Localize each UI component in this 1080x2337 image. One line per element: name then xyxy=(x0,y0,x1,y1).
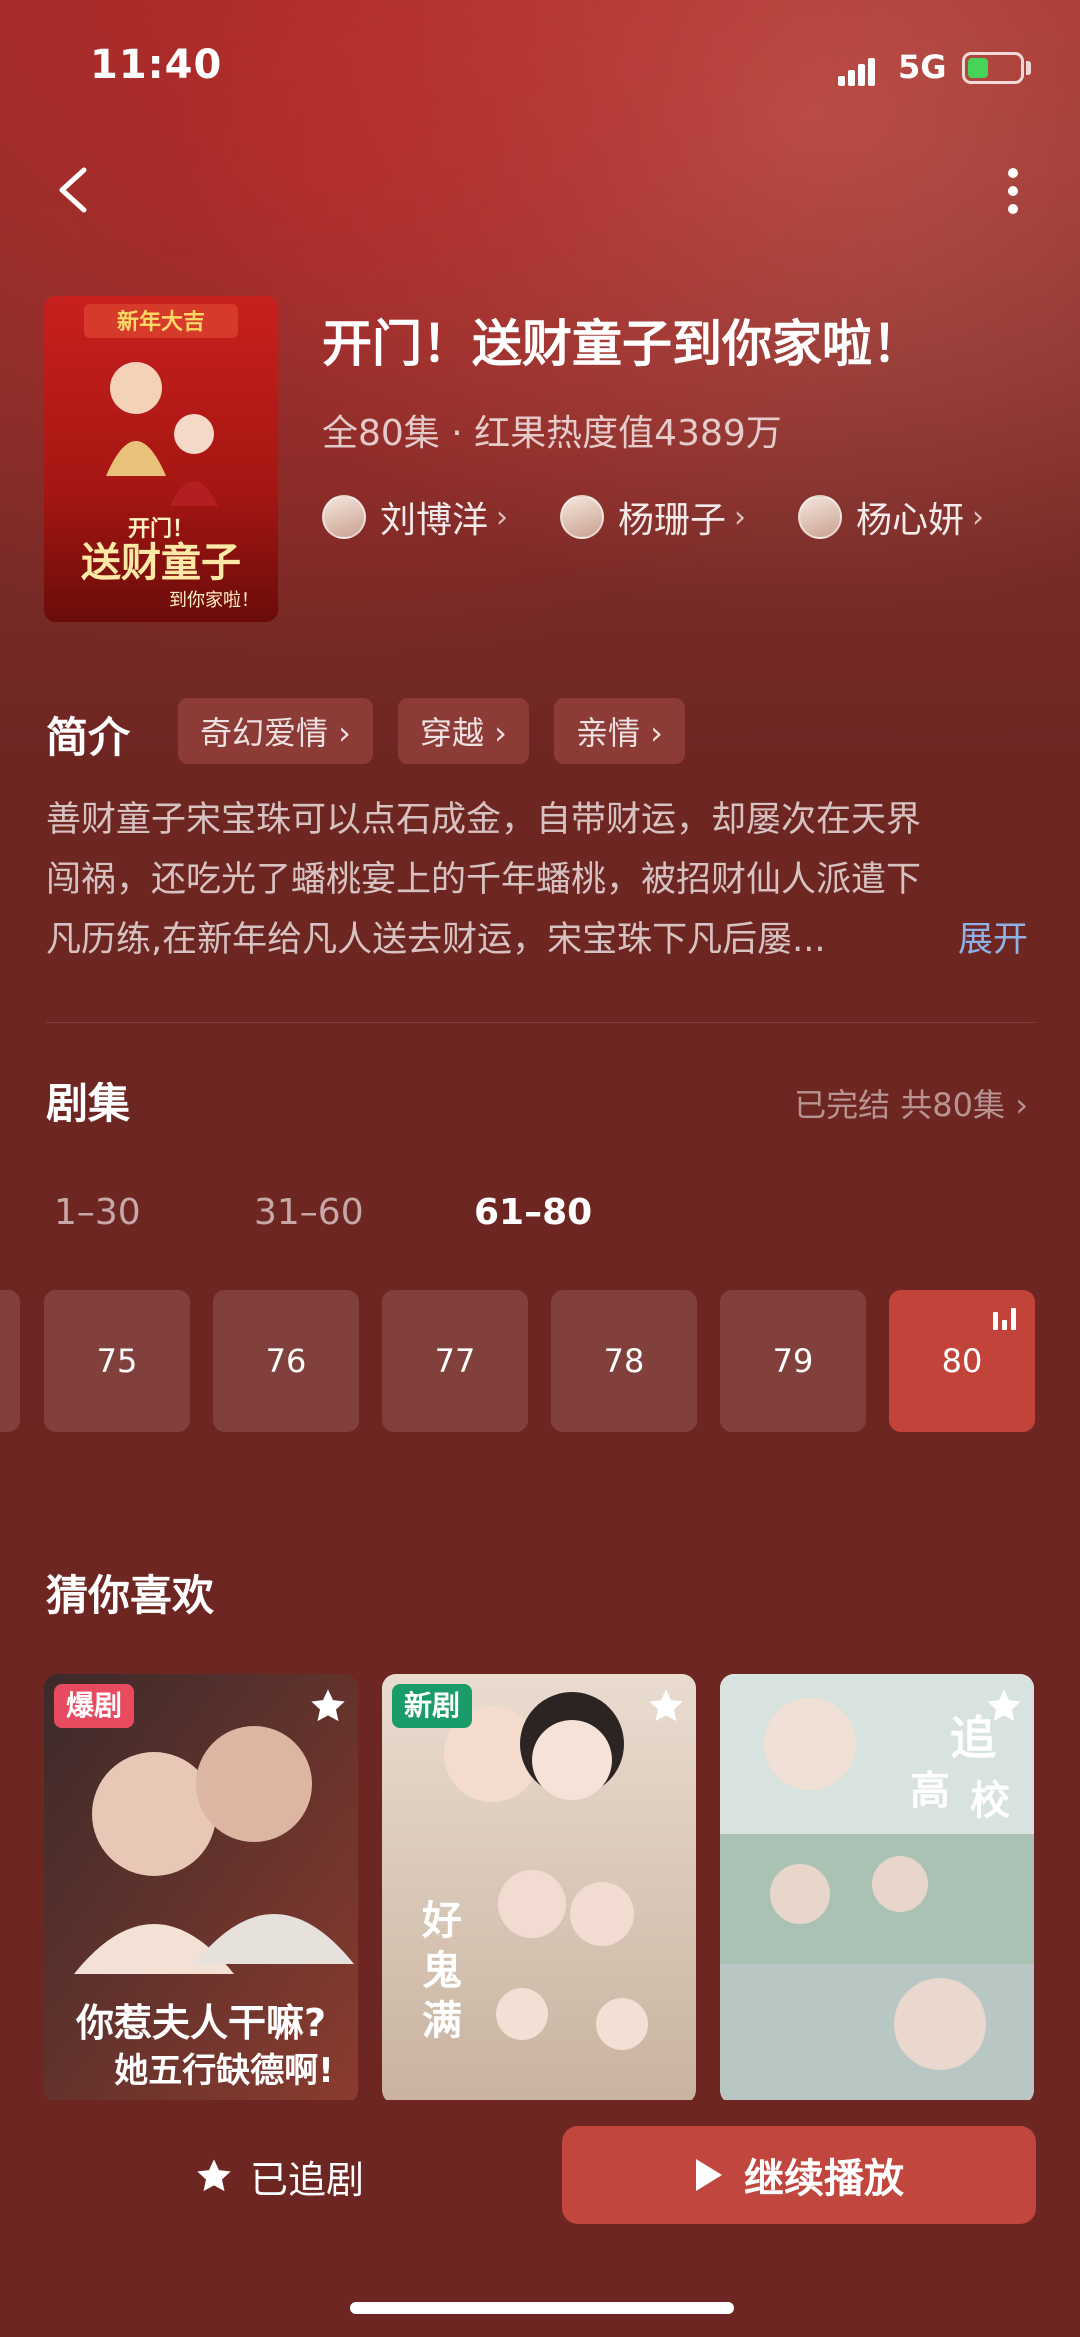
chevron-right-icon: › xyxy=(972,499,985,535)
status-time: 11:40 xyxy=(90,42,223,88)
play-icon xyxy=(696,2159,722,2191)
svg-text:送财童子: 送财童子 xyxy=(81,540,241,586)
hot-badge: 爆剧 xyxy=(54,1684,135,1728)
synopsis: 善财童子宋宝珠可以点石成金，自带财运，却屡次在天界 闯祸，还吃光了蟠桃宴上的千年… xyxy=(46,790,1036,970)
star-icon xyxy=(311,1689,345,1722)
episode-number: 80 xyxy=(941,1342,983,1380)
episode-cell-current[interactable]: 80 xyxy=(889,1290,1035,1432)
continue-play-button[interactable]: 继续播放 xyxy=(562,2126,1036,2224)
poster-banner: 新年大吉 xyxy=(117,309,205,335)
intro-title: 简介 xyxy=(46,713,131,762)
more-button[interactable] xyxy=(998,160,1028,220)
cast-item[interactable]: 杨珊子 › xyxy=(560,490,746,544)
cast-item[interactable]: 杨心妍 › xyxy=(798,490,984,544)
svg-text:好: 好 xyxy=(421,1898,462,1944)
show-poster: 新年大吉 开门！ 送财童子 到你家啦！ xyxy=(44,296,278,622)
episode-cell[interactable]: 77 xyxy=(382,1290,528,1432)
synopsis-line: 善财童子宋宝珠可以点石成金，自带财运，却屡次在天界 xyxy=(46,800,922,840)
back-button[interactable] xyxy=(48,160,108,220)
svg-text:开门！: 开门！ xyxy=(128,516,194,542)
new-badge: 新剧 xyxy=(392,1684,473,1728)
range-tab-active[interactable]: 61–80 xyxy=(474,1192,592,1233)
divider xyxy=(46,1022,1036,1023)
chevron-right-icon: › xyxy=(734,499,747,535)
avatar xyxy=(322,495,366,539)
synopsis-line: 闯祸，还吃光了蟠桃宴上的千年蟠桃，被招财仙人派遣下 xyxy=(46,860,922,900)
home-indicator xyxy=(350,2302,734,2314)
battery-icon xyxy=(962,52,1024,84)
episode-cell-partial[interactable] xyxy=(0,1290,20,1432)
star-icon xyxy=(197,2159,231,2192)
episodes-title: 剧集 xyxy=(46,1079,131,1128)
avatar xyxy=(798,495,842,539)
svg-text:你惹夫人干嘛?: 你惹夫人干嘛? xyxy=(75,2001,326,2045)
network-label: 5G xyxy=(898,48,947,86)
svg-text:她五行缺德啊!: 她五行缺德啊! xyxy=(114,2051,334,2091)
svg-text:高: 高 xyxy=(910,1768,950,1814)
follow-button[interactable]: 已追剧 xyxy=(44,2128,514,2224)
svg-text:到你家啦！: 到你家啦！ xyxy=(169,590,259,611)
episode-cell[interactable]: 75 xyxy=(44,1290,190,1432)
genre-tag[interactable]: 亲情 › xyxy=(554,698,685,764)
avatar xyxy=(560,495,604,539)
cast-item[interactable]: 刘博洋 › xyxy=(322,490,508,544)
episodes-status-link[interactable]: 已完结 共80集 › xyxy=(794,1080,1028,1126)
range-tab[interactable]: 31–60 xyxy=(254,1192,364,1233)
recommend-title: 猜你喜欢 xyxy=(46,1571,215,1620)
genre-tag[interactable]: 奇幻爱情 › xyxy=(178,698,373,764)
recommend-card[interactable]: 你惹夫人干嘛? 她五行缺德啊! 爆剧 xyxy=(44,1674,358,2104)
play-label: 继续播放 xyxy=(744,2156,904,2202)
episode-cell[interactable]: 79 xyxy=(720,1290,866,1432)
expand-link[interactable]: 展开 xyxy=(958,910,1028,970)
show-meta: 全80集 · 红果热度值4389万 xyxy=(322,413,782,454)
recommend-card[interactable]: 追 校 高 xyxy=(720,1674,1034,2104)
svg-text:校: 校 xyxy=(970,1778,1010,1824)
chevron-left-icon xyxy=(59,167,87,213)
signal-icon xyxy=(838,56,884,86)
playing-icon xyxy=(993,1308,1019,1330)
follow-label: 已追剧 xyxy=(249,2157,364,2202)
star-icon xyxy=(987,1689,1021,1722)
svg-text:鬼: 鬼 xyxy=(422,1948,462,1994)
battery-tip xyxy=(1026,61,1031,75)
episode-cell[interactable]: 76 xyxy=(213,1290,359,1432)
genre-tag[interactable]: 穿越 › xyxy=(398,698,529,764)
show-title: 开门！送财童子到你家啦！ xyxy=(322,315,922,373)
star-icon xyxy=(649,1689,683,1722)
range-tab[interactable]: 1–30 xyxy=(54,1192,141,1233)
cast-name: 刘博洋 xyxy=(380,500,489,541)
cast-name: 杨心妍 xyxy=(856,500,965,541)
recommend-card[interactable]: 好 鬼 满 新剧 xyxy=(382,1674,696,2104)
chevron-right-icon: › xyxy=(496,499,509,535)
svg-text:满: 满 xyxy=(422,1998,462,2044)
synopsis-line: 凡历练,在新年给凡人送去财运，宋宝珠下凡后屡... xyxy=(46,920,826,960)
cast-name: 杨珊子 xyxy=(618,500,727,541)
episode-cell[interactable]: 78 xyxy=(551,1290,697,1432)
